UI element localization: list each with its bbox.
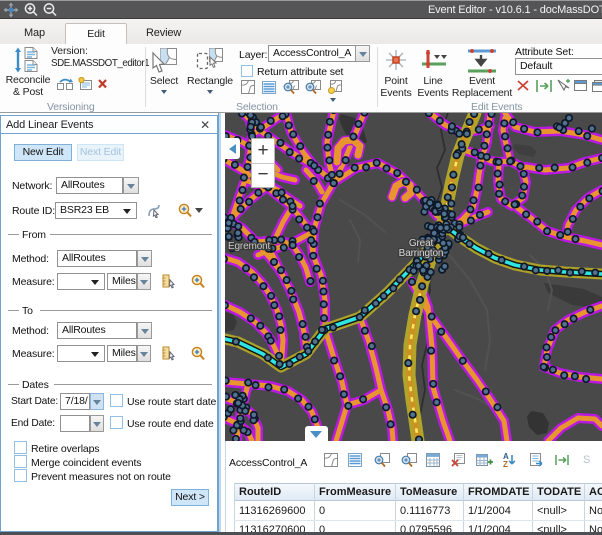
- svg-text:S: S: [583, 454, 590, 466]
- svg-text:Z: Z: [503, 460, 508, 468]
- svg-text:Barrington: Barrington: [399, 248, 444, 259]
- svg-text:Egremont: Egremont: [228, 241, 271, 252]
